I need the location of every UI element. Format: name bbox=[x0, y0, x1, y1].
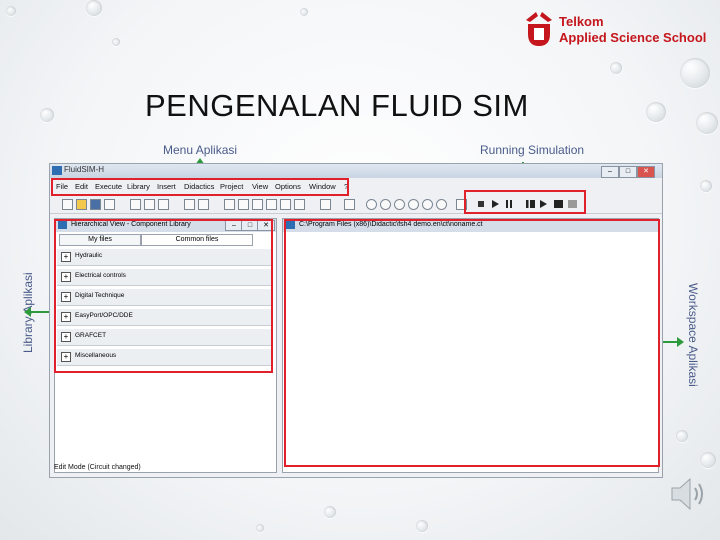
cut-icon[interactable] bbox=[130, 199, 141, 210]
highlight-menu bbox=[51, 178, 349, 196]
minimize-button[interactable]: – bbox=[601, 166, 619, 178]
align-bottom-icon[interactable] bbox=[294, 199, 305, 210]
water-drop bbox=[610, 62, 622, 74]
speaker-icon[interactable] bbox=[668, 475, 706, 513]
arrow-head bbox=[677, 337, 684, 347]
zoom-in-icon[interactable] bbox=[422, 199, 433, 210]
water-drop bbox=[112, 38, 120, 46]
maximize-button[interactable]: □ bbox=[619, 166, 637, 178]
zoom-previous-icon[interactable] bbox=[408, 199, 419, 210]
water-drop bbox=[416, 520, 428, 532]
properties-icon[interactable] bbox=[344, 199, 355, 210]
water-drop bbox=[256, 524, 264, 532]
water-drop bbox=[676, 430, 688, 442]
zoom-window-icon[interactable] bbox=[394, 199, 405, 210]
water-drop bbox=[300, 8, 308, 16]
callout-workspace: Workspace Aplikasi bbox=[686, 283, 700, 387]
highlight-workspace bbox=[284, 219, 660, 467]
logo-mark-icon bbox=[526, 12, 552, 46]
water-drop bbox=[700, 180, 712, 192]
print-icon[interactable] bbox=[104, 199, 115, 210]
undo-icon[interactable] bbox=[184, 199, 195, 210]
new-file-icon[interactable] bbox=[62, 199, 73, 210]
water-drop bbox=[6, 6, 16, 16]
save-icon[interactable] bbox=[90, 199, 101, 210]
zoom-100-icon[interactable] bbox=[366, 199, 377, 210]
align-left-icon[interactable] bbox=[224, 199, 235, 210]
window-titlebar: FluidSIM-H – □ ✕ bbox=[50, 164, 662, 178]
window-title: FluidSIM-H bbox=[64, 165, 105, 174]
status-text: Edit Mode (Circuit changed) bbox=[54, 464, 141, 471]
water-drop bbox=[40, 108, 54, 122]
zoom-fit-icon[interactable] bbox=[380, 199, 391, 210]
zoom-out-icon[interactable] bbox=[436, 199, 447, 210]
app-icon bbox=[52, 166, 62, 175]
highlight-library bbox=[54, 219, 273, 373]
water-drop bbox=[646, 102, 666, 122]
slide-title: PENGENALAN FLUID SIM bbox=[145, 88, 529, 123]
highlight-running bbox=[464, 190, 586, 214]
arrow-head bbox=[24, 307, 31, 317]
align-right-icon[interactable] bbox=[252, 199, 263, 210]
align-middle-icon[interactable] bbox=[280, 199, 291, 210]
align-center-icon[interactable] bbox=[238, 199, 249, 210]
water-drop bbox=[680, 58, 710, 88]
copy-icon[interactable] bbox=[144, 199, 155, 210]
redo-icon[interactable] bbox=[198, 199, 209, 210]
telkom-logo: Telkom Applied Science School bbox=[524, 10, 714, 52]
callout-menu: Menu Aplikasi bbox=[163, 143, 238, 157]
open-folder-icon[interactable] bbox=[76, 199, 87, 210]
align-top-icon[interactable] bbox=[266, 199, 277, 210]
water-drop bbox=[86, 0, 102, 16]
close-button[interactable]: ✕ bbox=[637, 166, 655, 178]
grid-icon[interactable] bbox=[320, 199, 331, 210]
logo-line2: Applied Science School bbox=[559, 30, 707, 45]
arrow-library bbox=[30, 311, 50, 313]
water-drop bbox=[324, 506, 336, 518]
callout-running: Running Simulation bbox=[480, 143, 585, 157]
logo-line1: Telkom bbox=[559, 14, 604, 29]
paste-icon[interactable] bbox=[158, 199, 169, 210]
water-drop bbox=[700, 452, 716, 468]
water-drop bbox=[696, 112, 718, 134]
